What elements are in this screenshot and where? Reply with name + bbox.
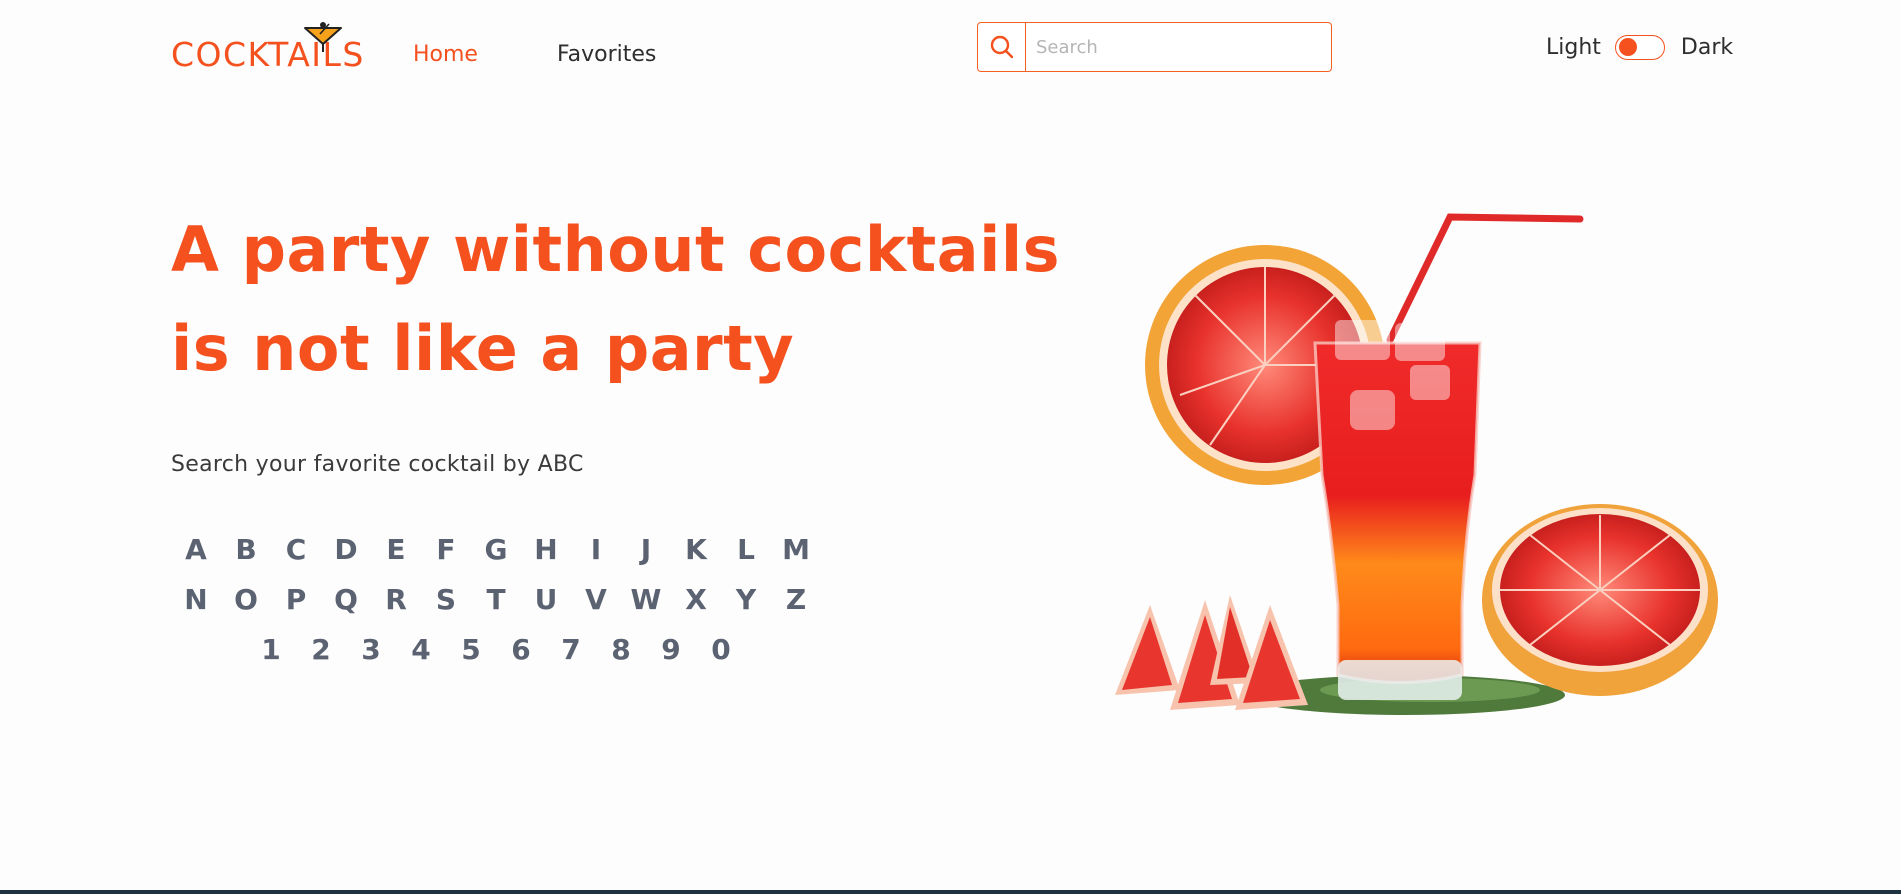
abc-key-1[interactable]: 1 <box>246 636 296 664</box>
theme-dark-label: Dark <box>1680 34 1734 60</box>
footer-bar <box>0 890 1901 894</box>
toggle-knob <box>1618 38 1637 56</box>
abc-key-o[interactable]: O <box>221 586 271 614</box>
abc-key-u[interactable]: U <box>521 586 571 614</box>
theme-toggle[interactable] <box>1614 34 1665 60</box>
cocktail-glass-icon <box>304 22 342 52</box>
nav-home-link[interactable]: Home <box>413 44 478 66</box>
abc-index: ABCDEFGHIJKLM NOPQRSTUVWXYZ 1234567890 <box>171 525 821 675</box>
abc-key-y[interactable]: Y <box>721 586 771 614</box>
abc-key-m[interactable]: M <box>771 536 821 564</box>
abc-key-z[interactable]: Z <box>771 586 821 614</box>
abc-key-d[interactable]: D <box>321 536 371 564</box>
abc-key-l[interactable]: L <box>721 536 771 564</box>
theme-switcher: Light Dark <box>1546 33 1733 61</box>
hero-title-line-2: is not like a party <box>171 312 795 385</box>
abc-key-7[interactable]: 7 <box>546 636 596 664</box>
grapefruit-half-shape <box>1482 504 1718 696</box>
abc-key-3[interactable]: 3 <box>346 636 396 664</box>
abc-key-c[interactable]: C <box>271 536 321 564</box>
abc-key-6[interactable]: 6 <box>496 636 546 664</box>
nav-favorites-link[interactable]: Favorites <box>557 44 656 66</box>
abc-row-digits: 1234567890 <box>171 625 821 675</box>
abc-key-j[interactable]: J <box>621 536 671 564</box>
hero-subtitle: Search your favorite cocktail by ABC <box>171 452 584 477</box>
cocktail-illustration <box>1115 213 1718 715</box>
abc-key-s[interactable]: S <box>421 586 471 614</box>
abc-row-letters-a-m: ABCDEFGHIJKLM <box>171 525 821 575</box>
abc-row-letters-n-z: NOPQRSTUVWXYZ <box>171 575 821 625</box>
abc-key-b[interactable]: B <box>221 536 271 564</box>
abc-key-n[interactable]: N <box>171 586 221 614</box>
abc-key-g[interactable]: G <box>471 536 521 564</box>
hero-title-line-1: A party without cocktails <box>171 213 1060 286</box>
abc-key-w[interactable]: W <box>621 586 671 614</box>
abc-key-x[interactable]: X <box>671 586 721 614</box>
abc-key-f[interactable]: F <box>421 536 471 564</box>
abc-key-8[interactable]: 8 <box>596 636 646 664</box>
abc-key-9[interactable]: 9 <box>646 636 696 664</box>
search-button[interactable] <box>978 23 1026 71</box>
abc-key-i[interactable]: I <box>571 536 621 564</box>
search-bar <box>977 22 1332 72</box>
abc-key-q[interactable]: Q <box>321 586 371 614</box>
abc-key-a[interactable]: A <box>171 536 221 564</box>
logo[interactable]: COCKTAILS <box>171 22 363 74</box>
theme-light-label: Light <box>1546 34 1601 60</box>
search-icon <box>990 35 1013 59</box>
abc-key-r[interactable]: R <box>371 586 421 614</box>
search-input[interactable] <box>1026 23 1331 71</box>
abc-key-5[interactable]: 5 <box>446 636 496 664</box>
abc-key-4[interactable]: 4 <box>396 636 446 664</box>
abc-key-p[interactable]: P <box>271 586 321 614</box>
glass-shape <box>1313 320 1482 700</box>
abc-key-e[interactable]: E <box>371 536 421 564</box>
abc-key-h[interactable]: H <box>521 536 571 564</box>
abc-key-2[interactable]: 2 <box>296 636 346 664</box>
grapefruit-wedges-shape <box>1115 595 1308 710</box>
abc-key-v[interactable]: V <box>571 586 621 614</box>
hero-title: A party without cocktails is not like a … <box>171 200 1071 398</box>
straw-shape <box>1386 213 1584 344</box>
abc-key-0[interactable]: 0 <box>696 636 746 664</box>
abc-key-t[interactable]: T <box>471 586 521 614</box>
abc-key-k[interactable]: K <box>671 536 721 564</box>
